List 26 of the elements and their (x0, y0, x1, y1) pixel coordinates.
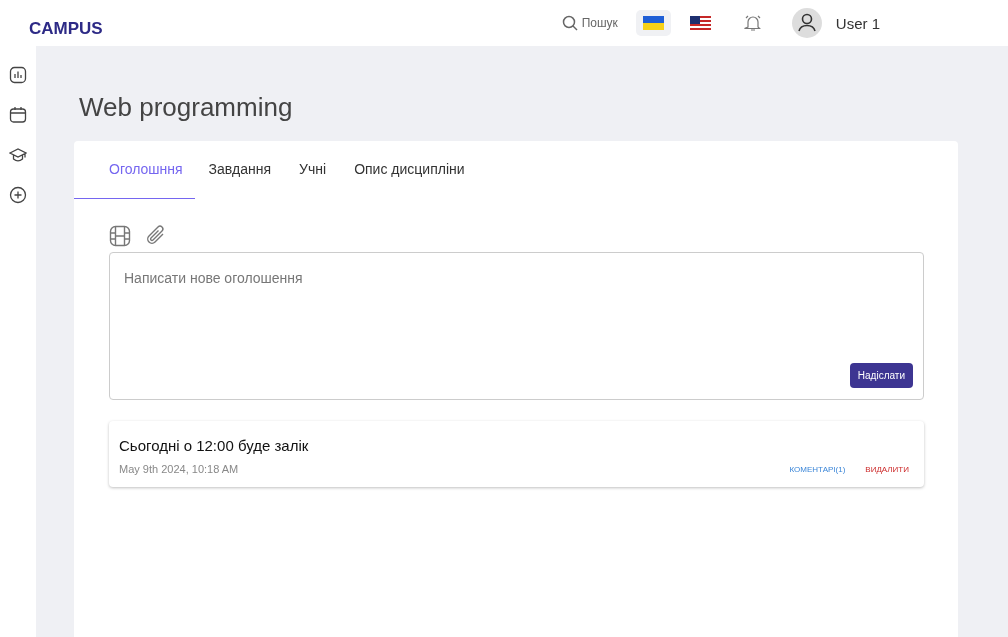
send-button[interactable]: Надіслати (849, 363, 913, 388)
comments-button[interactable]: КОМЕНТАРІ(1) (789, 464, 846, 474)
announcement-text: Сьогодні о 12:00 буде залік (119, 437, 310, 454)
flag-icon (689, 16, 711, 30)
tab[interactable]: Учні (285, 141, 341, 199)
announcement-field[interactable]: Написати нове оголошення Надіслати (109, 252, 924, 400)
calendar-icon[interactable] (9, 106, 27, 124)
bar-chart-icon[interactable] (9, 66, 27, 84)
paperclip-icon[interactable] (145, 225, 167, 247)
add-icon[interactable] (9, 186, 27, 204)
post-date: May 9th 2024, 10:18 AM (119, 463, 239, 475)
language-button[interactable] (635, 10, 671, 36)
campus-logo: CAMPUS (29, 17, 103, 37)
tab[interactable]: Завдання (194, 141, 286, 199)
search-icon (561, 15, 578, 31)
bell-icon[interactable] (743, 14, 762, 32)
graduation-cap-icon[interactable] (9, 146, 27, 164)
search-button[interactable]: Пошук (561, 15, 618, 31)
flag-icon (642, 16, 664, 30)
avatar-icon[interactable] (791, 8, 822, 38)
tab[interactable]: Опис дисципліни (340, 141, 479, 199)
user-name: User 1 (835, 14, 880, 32)
page-title: Web programming (79, 92, 294, 123)
film-icon[interactable] (109, 225, 131, 247)
tab[interactable]: Оголошння (74, 141, 195, 199)
delete-button[interactable]: ВИДАЛИТИ (865, 464, 909, 474)
